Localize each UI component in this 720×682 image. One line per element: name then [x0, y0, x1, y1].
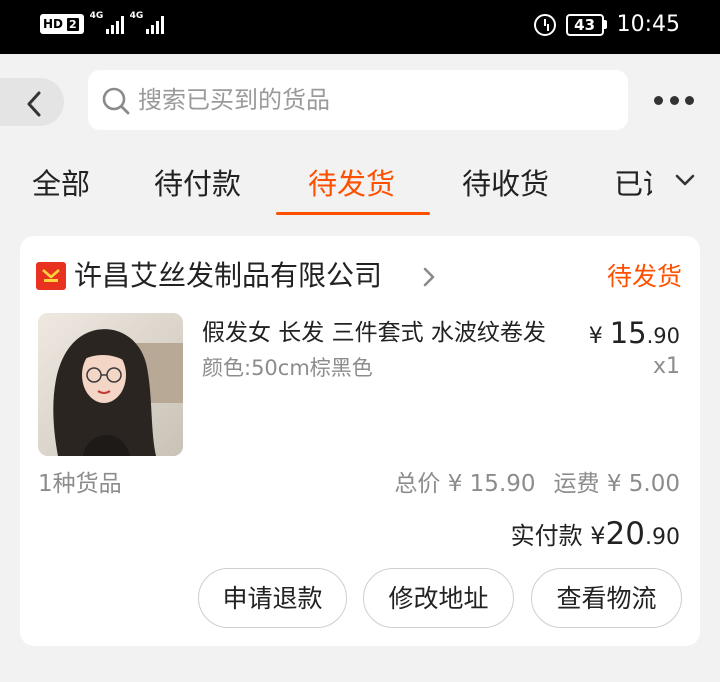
tab-pending-payment[interactable]: 待付款 [154, 164, 241, 204]
tab-reviewed[interactable]: 已评价 [614, 164, 652, 204]
order-totals: 总价 ¥ 15.90 运费 ¥ 5.00 [376, 468, 680, 500]
paid-label: 实付款 [510, 522, 583, 550]
order-card: 许昌艾丝发制品有限公司 待发货 假发女 长发 三件套式 水波纹卷发 颜色:50c… [20, 236, 700, 646]
status-bar: HD 2 4G 4G 43 10:45 [0, 0, 720, 54]
paid-decimal: .90 [645, 525, 680, 550]
battery-level: 43 [565, 13, 604, 36]
paid-symbol: ¥ [590, 522, 606, 550]
search-icon [102, 87, 130, 115]
request-refund-button[interactable]: 申请退款 [198, 568, 347, 628]
price-symbol: ¥ [588, 324, 603, 349]
tab-pending-receipt[interactable]: 待收货 [462, 164, 549, 204]
total-price: 总价 ¥ 15.90 [394, 471, 536, 497]
product-quantity: x1 [652, 354, 680, 379]
view-logistics-button[interactable]: 查看物流 [531, 568, 682, 628]
sim-label: 2 [65, 15, 81, 33]
price-decimal: .90 [646, 324, 680, 348]
signal-icon-2: 4G [129, 11, 164, 34]
network-label-1: 4G [89, 11, 104, 21]
hd-icon: HD 2 [40, 14, 84, 34]
tab-all[interactable]: 全部 [32, 164, 90, 204]
signal-icon-1: 4G [89, 11, 124, 34]
search-placeholder: 搜索已买到的货品 [138, 86, 330, 114]
status-left: HD 2 4G 4G [40, 11, 164, 34]
status-right: 43 10:45 [533, 12, 680, 37]
active-tab-indicator [276, 212, 430, 215]
back-button[interactable] [0, 78, 64, 126]
search-input[interactable]: 搜索已买到的货品 [88, 70, 628, 130]
chevron-right-icon[interactable] [422, 266, 436, 288]
price-integer: 15 [609, 316, 647, 350]
more-options-icon[interactable] [654, 96, 694, 106]
tab-reviewed-clip: 已评价 [614, 150, 652, 220]
shop-icon [36, 262, 66, 290]
shop-name[interactable]: 许昌艾丝发制品有限公司 [74, 258, 382, 294]
hd-label: HD [43, 17, 64, 31]
battery-icon: 43 [565, 13, 607, 36]
clock: 10:45 [616, 12, 680, 37]
tab-pending-shipment[interactable]: 待发货 [308, 164, 395, 204]
order-tabs: 全部 待付款 待发货 待收货 已评价 [0, 150, 720, 220]
item-count: 1种货品 [38, 471, 122, 497]
chevron-left-icon [27, 91, 41, 117]
chevron-down-icon[interactable] [674, 172, 696, 188]
header: 搜索已买到的货品 [0, 54, 720, 150]
product-spec: 颜色:50cm棕黑色 [202, 356, 373, 380]
product-price: ¥ 15.90 [589, 316, 680, 354]
product-title[interactable]: 假发女 长发 三件套式 水波纹卷发 [202, 318, 554, 348]
amount-paid: 实付款 ¥20.90 [511, 516, 680, 556]
paid-integer: 20 [605, 516, 645, 552]
alarm-icon [533, 13, 556, 36]
product-image[interactable] [38, 313, 183, 456]
order-status: 待发货 [606, 262, 682, 291]
change-address-button[interactable]: 修改地址 [363, 568, 514, 628]
shipping-fee: 运费 ¥ 5.00 [553, 471, 680, 497]
network-label-2: 4G [129, 11, 144, 21]
